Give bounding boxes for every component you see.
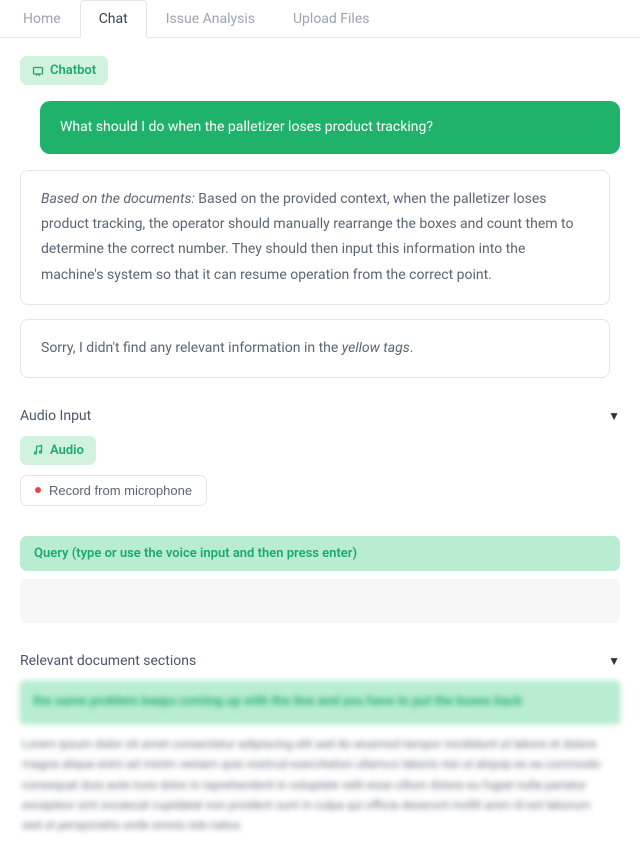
user-message: What should I do when the palletizer los… — [40, 101, 620, 154]
audio-badge: Audio — [20, 436, 96, 465]
bot-message: Based on the documents: Based on the pro… — [20, 170, 610, 305]
record-label: Record from microphone — [49, 483, 192, 498]
tab-issue-analysis[interactable]: Issue Analysis — [147, 0, 274, 37]
chat-messages: What should I do when the palletizer los… — [20, 101, 620, 378]
tab-upload-files[interactable]: Upload Files — [274, 0, 389, 37]
relevant-highlight: the same problem keeps coming up with th… — [20, 681, 620, 724]
audio-section-body: Audio Record from microphone — [20, 436, 620, 506]
relevant-body: Lorem ipsum dolor sit amet consectetur a… — [20, 724, 620, 836]
music-icon — [32, 444, 44, 456]
chat-icon — [32, 65, 44, 77]
record-dot-icon — [35, 487, 41, 493]
bot-message-em: yellow tags — [342, 340, 410, 356]
query-input[interactable] — [20, 579, 620, 623]
bot-message-text: Sorry, I didn't find any relevant inform… — [41, 340, 342, 356]
tab-bar: Home Chat Issue Analysis Upload Files — [0, 0, 640, 38]
chatbot-badge: Chatbot — [20, 56, 108, 85]
tab-home[interactable]: Home — [4, 0, 80, 37]
query-label: Query (type or use the voice input and t… — [20, 536, 620, 571]
chevron-down-icon: ▼ — [608, 654, 620, 668]
audio-input-header: Audio Input — [20, 408, 91, 424]
audio-label: Audio — [50, 443, 84, 458]
chevron-down-icon: ▼ — [608, 409, 620, 423]
relevant-section-body: the same problem keeps coming up with th… — [20, 681, 620, 836]
record-microphone-button[interactable]: Record from microphone — [20, 475, 207, 506]
chatbot-label: Chatbot — [50, 63, 96, 78]
bot-message: Sorry, I didn't find any relevant inform… — [20, 319, 610, 378]
relevant-header: Relevant document sections — [20, 653, 196, 669]
tab-chat[interactable]: Chat — [80, 0, 147, 38]
audio-section-toggle[interactable]: Audio Input ▼ — [20, 408, 620, 424]
relevant-section-toggle[interactable]: Relevant document sections ▼ — [20, 653, 620, 669]
bot-message-prefix: Based on the documents: — [41, 191, 195, 207]
bot-message-tail: . — [410, 340, 414, 356]
